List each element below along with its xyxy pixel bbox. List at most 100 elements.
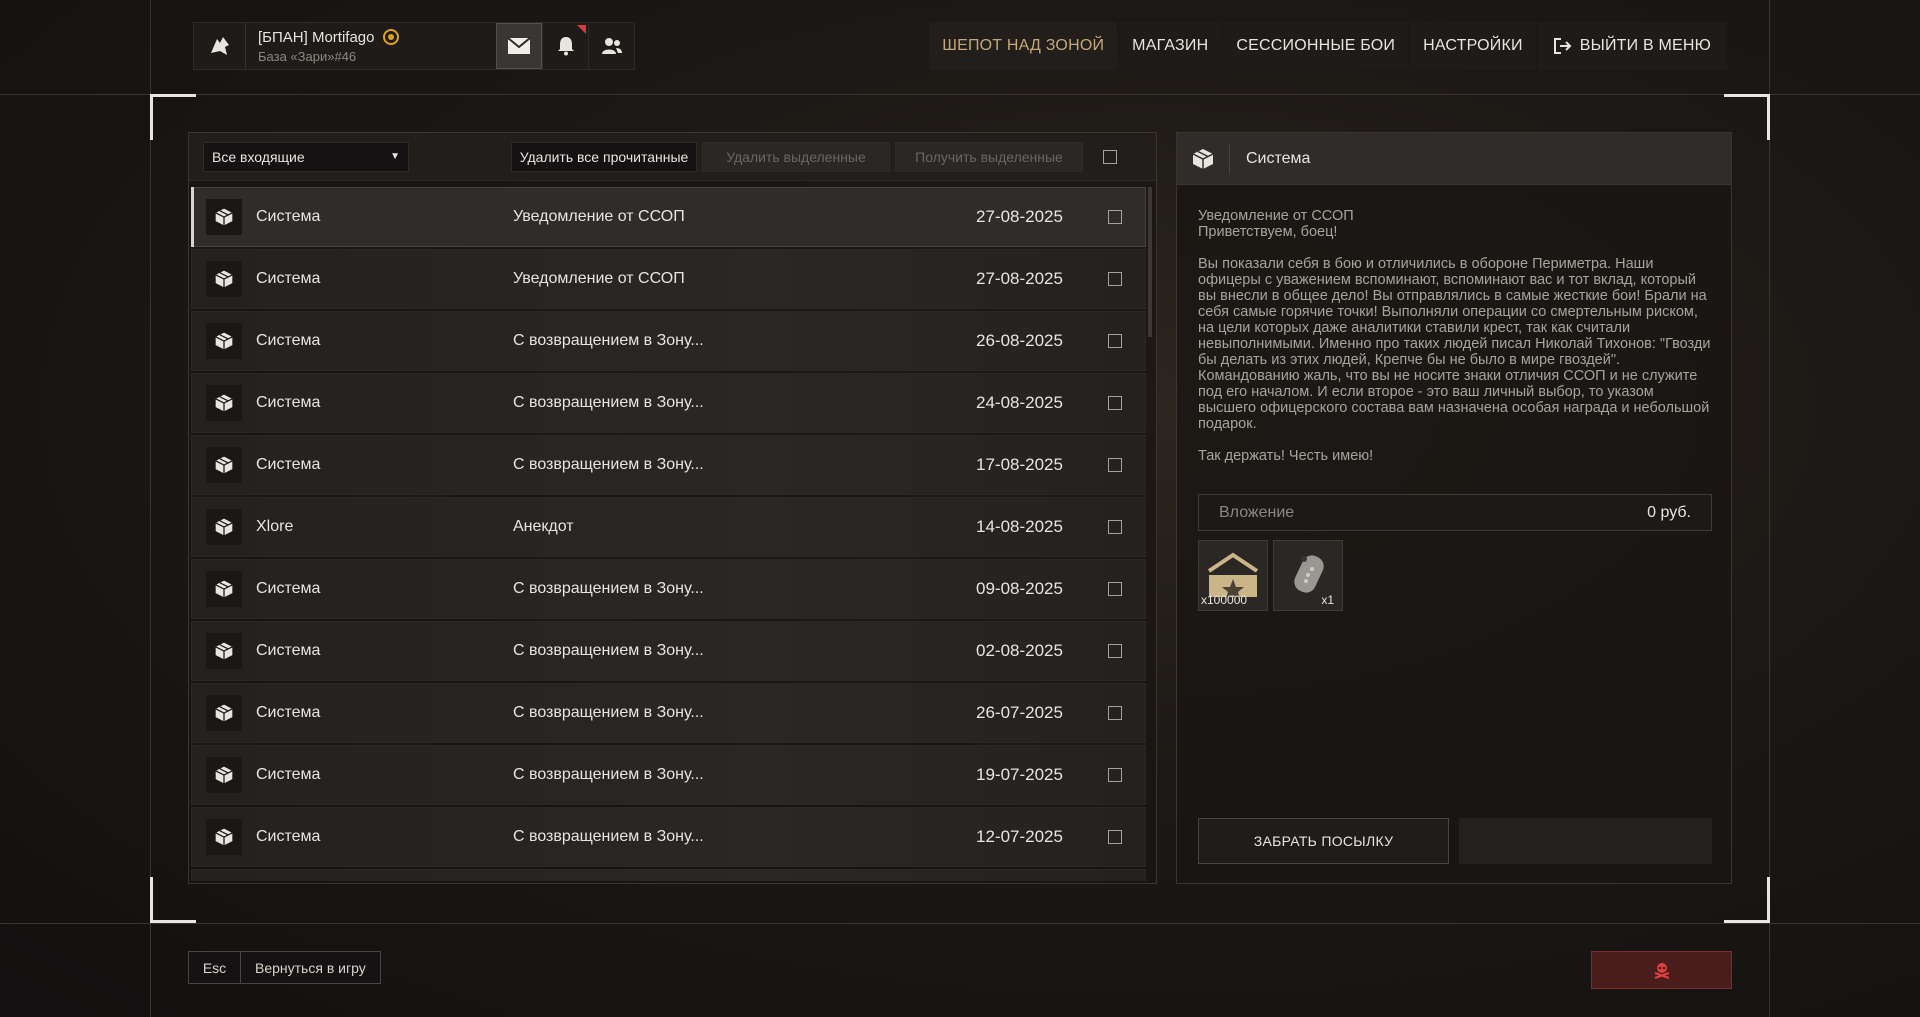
message-sender: Система: [256, 394, 321, 411]
mail-button[interactable]: [496, 23, 542, 69]
message-subject: Анекдот: [513, 518, 574, 535]
message-row[interactable]: Система С возвращением в Зону... 24-08-202…: [191, 373, 1146, 433]
message-row[interactable]: Система Уведомление от ССОП 27-08-2025: [191, 249, 1146, 309]
message-checkbox[interactable]: [1108, 396, 1122, 410]
message-row[interactable]: Система С возвращением в Зону... 26-07-202…: [191, 683, 1146, 743]
frame-line-top: [0, 94, 1920, 95]
message-subject: С возвращением в Зону...: [513, 456, 704, 473]
message-row-partial[interactable]: [191, 869, 1146, 881]
attachment-bar: Вложение 0 руб.: [1198, 494, 1712, 531]
message-checkbox[interactable]: [1108, 520, 1122, 534]
message-subject: С возвращением в Зону...: [513, 828, 704, 845]
message-date: 02-08-2025: [976, 641, 1063, 660]
friends-button[interactable]: [588, 23, 634, 69]
system-package-icon: [206, 261, 242, 297]
nav-settings[interactable]: НАСТРОЙКИ: [1410, 22, 1536, 70]
message-checkbox[interactable]: [1108, 210, 1122, 224]
message-sender: Система: [256, 828, 321, 845]
attachment-item-dog-tag[interactable]: x1: [1273, 540, 1343, 611]
bell-icon: [557, 37, 574, 56]
inbox-filter-value: Все входящие: [212, 148, 305, 165]
nav-session-battles[interactable]: СЕССИОННЫЕ БОИ: [1223, 22, 1409, 70]
message-checkbox[interactable]: [1108, 706, 1122, 720]
empty-action-slot: [1459, 818, 1712, 864]
inbox-toolbar: Все входящие ▼ Удалить все прочитанные У…: [189, 133, 1156, 181]
frame-line-left: [150, 0, 151, 1017]
message-sender: Система: [256, 704, 321, 721]
message-checkbox[interactable]: [1108, 768, 1122, 782]
profile-bar: [БПАН] Mortifago База «Зари»#46: [193, 22, 635, 70]
message-detail-sender: Система: [1229, 143, 1310, 174]
message-sender: Система: [256, 642, 321, 659]
message-date: 19-07-2025: [976, 765, 1063, 784]
player-name: [БПАН] Mortifago: [258, 28, 375, 46]
message-text: Вы показали себя в бою и отличились в об…: [1198, 256, 1711, 432]
profile-info[interactable]: [БПАН] Mortifago База «Зари»#46: [246, 29, 496, 64]
attachment-label: Вложение: [1219, 503, 1295, 521]
system-package-icon: [206, 199, 242, 235]
back-to-game-button[interactable]: Esc Вернуться в игру: [188, 951, 381, 984]
message-checkbox[interactable]: [1108, 272, 1122, 286]
message-sender: Система: [256, 270, 321, 287]
nav-shop[interactable]: МАГАЗИН: [1119, 22, 1222, 70]
message-row[interactable]: Система С возвращением в Зону... 19-07-202…: [191, 745, 1146, 805]
system-package-icon: [206, 819, 242, 855]
attachment-item-reputation[interactable]: x100000: [1198, 540, 1268, 611]
message-subject: С возвращением в Зону...: [513, 394, 704, 411]
message-greeting: Приветствуем, боец!: [1198, 224, 1338, 240]
message-date: 14-08-2025: [976, 517, 1063, 536]
message-checkbox[interactable]: [1108, 830, 1122, 844]
message-row[interactable]: Система С возвращением в Зону... 12-07-202…: [191, 807, 1146, 867]
top-navigation: ШЕПОТ НАД ЗОНОЙ МАГАЗИН СЕССИОННЫЕ БОИ Н…: [929, 22, 1727, 70]
message-subject: С возвращением в Зону...: [513, 580, 704, 597]
message-subject: С возвращением в Зону...: [513, 704, 704, 721]
notification-flag: [577, 25, 586, 34]
delete-selected-button[interactable]: Удалить выделенные: [702, 141, 890, 172]
inbox-panel: Все входящие ▼ Удалить все прочитанные У…: [188, 132, 1157, 884]
exit-game-button[interactable]: [1591, 951, 1732, 989]
friends-icon: [601, 38, 622, 54]
nav-whisper-over-zone[interactable]: ШЕПОТ НАД ЗОНОЙ: [929, 22, 1118, 70]
message-row[interactable]: Система С возвращением в Зону... 17-08-202…: [191, 435, 1146, 495]
message-checkbox[interactable]: [1108, 582, 1122, 596]
esc-key-hint: Esc: [189, 952, 241, 983]
message-subject: Уведомление от ССОП: [513, 208, 685, 225]
message-date: 26-08-2025: [976, 331, 1063, 350]
item-quantity: x1: [1321, 593, 1334, 607]
message-row[interactable]: Система Уведомление от ССОП 27-08-2025: [191, 187, 1146, 247]
nav-exit-to-menu[interactable]: ВЫЙТИ В МЕНЮ: [1537, 22, 1727, 70]
attachment-value: 0 руб.: [1647, 503, 1691, 521]
system-package-icon: [206, 509, 242, 545]
system-package-icon: [206, 385, 242, 421]
inbox-filter-select[interactable]: Все входящие ▼: [203, 141, 409, 172]
system-package-icon: [206, 447, 242, 483]
message-row[interactable]: Система С возвращением в Зону... 26-08-202…: [191, 311, 1146, 371]
select-all-checkbox[interactable]: [1103, 149, 1117, 164]
message-row[interactable]: Xlore Анекдот 14-08-2025: [191, 497, 1146, 557]
back-to-game-label: Вернуться в игру: [255, 959, 366, 976]
attachment-items: x100000 x1: [1198, 540, 1343, 611]
claim-package-button[interactable]: ЗАБРАТЬ ПОСЫЛКУ: [1198, 818, 1449, 864]
frame-line-right: [1769, 0, 1770, 1017]
caret-down-icon: ▼: [390, 151, 400, 162]
message-checkbox[interactable]: [1108, 334, 1122, 348]
message-date: 26-07-2025: [976, 703, 1063, 722]
message-date: 09-08-2025: [976, 579, 1063, 598]
faction-emblem-icon: [194, 23, 246, 69]
message-row[interactable]: Система С возвращением в Зону... 02-08-202…: [191, 621, 1146, 681]
system-package-icon: [206, 323, 242, 359]
message-subject: С возвращением в Зону...: [513, 766, 704, 783]
notifications-button[interactable]: [542, 23, 588, 69]
message-date: 27-08-2025: [976, 207, 1063, 226]
message-row[interactable]: Система С возвращением в Зону... 09-08-202…: [191, 559, 1146, 619]
receive-selected-button[interactable]: Получить выделенные: [895, 141, 1083, 172]
message-checkbox[interactable]: [1108, 458, 1122, 472]
player-base: База «Зари»#46: [258, 48, 357, 64]
delete-read-button[interactable]: Удалить все прочитанные: [511, 141, 697, 172]
exit-to-menu-label: ВЫЙТИ В МЕНЮ: [1579, 37, 1711, 54]
message-sender: Система: [256, 580, 321, 597]
message-list-scrollbar[interactable]: [1148, 187, 1152, 337]
system-package-icon: [206, 757, 242, 793]
frame-line-bottom: [0, 923, 1920, 924]
message-checkbox[interactable]: [1108, 644, 1122, 658]
